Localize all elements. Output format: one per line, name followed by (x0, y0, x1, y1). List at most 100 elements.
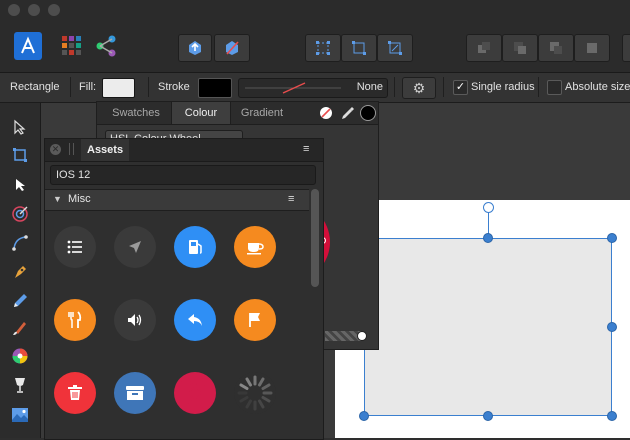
resize-handle-top-right[interactable] (607, 233, 617, 243)
asset-volume[interactable] (114, 299, 156, 341)
asset-list[interactable] (54, 226, 96, 268)
gear-icon: ⚙ (412, 80, 426, 96)
opacity-slider-thumb[interactable] (357, 331, 367, 341)
asset-coffee[interactable] (234, 226, 276, 268)
toolbar-divider (443, 77, 444, 97)
arrange-forward-button[interactable] (538, 34, 574, 62)
artboard-icon (12, 147, 28, 166)
place-image-tool[interactable] (9, 405, 31, 427)
move-to-front-button[interactable] (178, 34, 212, 62)
node-pointer-icon (12, 177, 28, 196)
unlink-button[interactable] (214, 34, 250, 62)
pixel-persona-icon[interactable] (60, 34, 84, 58)
arrange-back-button[interactable] (466, 34, 502, 62)
selected-rectangle[interactable] (364, 238, 612, 416)
category-header[interactable]: ▼ Misc ≡ (45, 189, 309, 211)
asset-trash[interactable] (54, 372, 96, 414)
resize-handle-top[interactable] (483, 233, 493, 243)
spinner-icon (237, 375, 273, 411)
transparency-tool[interactable] (9, 375, 31, 397)
opacity-slider[interactable] (325, 331, 361, 341)
single-radius-checkbox[interactable]: ✓ (453, 80, 468, 95)
context-toolbar: Rectangle Fill: Stroke None ⚙ ✓ Single r… (0, 73, 630, 103)
archive-icon (126, 386, 144, 400)
list-icon (67, 240, 82, 254)
image-icon (11, 407, 29, 426)
fingerprint-icon (177, 375, 213, 411)
coffee-cup-icon (247, 243, 264, 255)
asset-fuel[interactable] (174, 226, 216, 268)
pencil-icon (11, 292, 29, 313)
resize-handle-bottom[interactable] (483, 411, 493, 421)
vector-brush-tool[interactable] (9, 318, 31, 340)
stroke-color-well[interactable] (198, 78, 232, 98)
category-label: Misc (68, 193, 91, 205)
rotation-handle[interactable] (483, 202, 494, 213)
close-panel-icon[interactable]: ✕ (50, 144, 61, 155)
disclosure-triangle-icon[interactable]: ▼ (53, 194, 62, 204)
asset-archive[interactable] (114, 372, 156, 414)
move-tool[interactable] (9, 117, 31, 139)
absolute-sizes-checkbox[interactable] (547, 80, 562, 95)
pencil-tool[interactable] (9, 291, 31, 313)
fill-tool[interactable] (9, 346, 31, 368)
eyedropper-icon[interactable] (340, 105, 356, 121)
current-colour-swatch[interactable] (360, 105, 376, 121)
panel-grip-icon[interactable] (69, 143, 74, 155)
node-tool[interactable] (9, 175, 31, 197)
fuel-icon (189, 240, 202, 254)
absolute-sizes-label: Absolute sizes (565, 81, 630, 93)
color-wheel-icon (11, 347, 29, 368)
asset-reply[interactable] (174, 299, 216, 341)
category-menu-icon[interactable]: ≡ (288, 193, 294, 205)
settings-button[interactable]: ⚙ (402, 77, 436, 99)
tab-gradient[interactable]: Gradient (231, 102, 293, 124)
location-arrow-icon (129, 241, 141, 253)
minimize-window-button[interactable] (28, 4, 40, 16)
resize-handle-bottom-right[interactable] (607, 411, 617, 421)
export-persona-icon[interactable] (94, 34, 118, 58)
target-icon (11, 205, 29, 226)
zoom-window-button[interactable] (48, 4, 60, 16)
assets-panel: ✕ Assets ≡ IOS 12 ▼ Misc ≡ (44, 138, 324, 440)
asset-restaurant[interactable] (54, 299, 96, 341)
tab-colour[interactable]: Colour (171, 102, 231, 124)
asset-flag[interactable] (234, 299, 276, 341)
single-radius-label: Single radius (471, 81, 535, 93)
asset-library-value: IOS 12 (56, 169, 91, 181)
toolbar-divider (70, 77, 71, 97)
no-fill-icon[interactable] (319, 106, 333, 120)
stroke-style-field[interactable]: None (238, 78, 388, 98)
reply-icon (188, 314, 202, 326)
fill-color-well[interactable] (102, 78, 135, 98)
snap-to-grid-button[interactable] (305, 34, 341, 62)
flag-icon (249, 313, 260, 327)
assets-scrollbar[interactable] (311, 189, 319, 287)
overflow-toolbar-button[interactable] (622, 34, 630, 62)
assets-tab[interactable]: Assets (81, 139, 130, 161)
tool-name-label: Rectangle (10, 81, 60, 93)
asset-library-select[interactable]: IOS 12 (50, 165, 316, 185)
corner-tool[interactable] (9, 233, 31, 255)
toolbar-divider (148, 77, 149, 97)
snap-nodes-button[interactable] (377, 34, 413, 62)
toolbar-divider (394, 77, 395, 97)
resize-handle-bottom-left[interactable] (359, 411, 369, 421)
pen-tool[interactable] (9, 262, 31, 284)
tab-swatches[interactable]: Swatches (103, 102, 169, 124)
artboard-tool[interactable] (9, 145, 31, 167)
point-transform-tool[interactable] (9, 204, 31, 226)
snap-bounds-button[interactable] (341, 34, 377, 62)
panel-menu-icon[interactable]: ≡ (303, 144, 309, 155)
pointer-icon (12, 119, 28, 138)
arrange-backward-button[interactable] (502, 34, 538, 62)
brush-icon (11, 319, 29, 340)
arrange-front-button[interactable] (574, 34, 610, 62)
designer-persona-icon[interactable] (14, 32, 42, 60)
close-window-button[interactable] (8, 4, 20, 16)
asset-fingerprint[interactable] (174, 372, 216, 414)
resize-handle-right[interactable] (607, 322, 617, 332)
asset-location[interactable] (114, 226, 156, 268)
tools-panel (0, 103, 41, 438)
asset-spinner[interactable] (234, 372, 276, 414)
